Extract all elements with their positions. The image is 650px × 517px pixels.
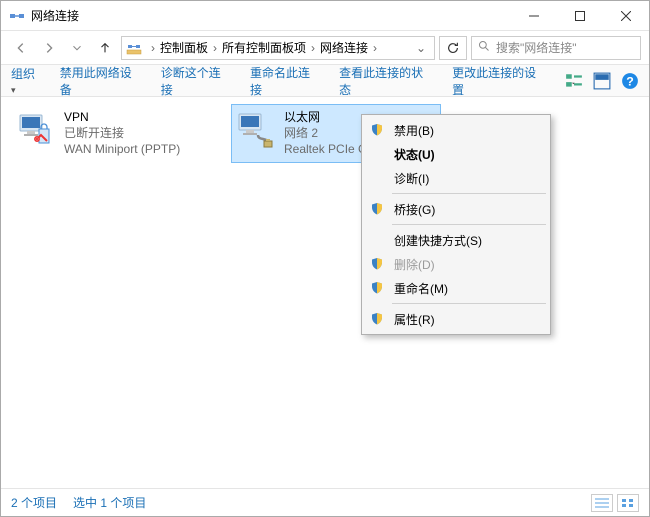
ethernet-icon: [236, 109, 276, 149]
item-count: 2 个项目: [11, 494, 57, 511]
address-bar: › 控制面板 › 所有控制面板项 › 网络连接 › ⌄ 搜索"网络连接": [1, 31, 649, 65]
shield-icon: [370, 123, 384, 137]
view-options-button[interactable]: [565, 72, 583, 90]
context-menu-label: 诊断(I): [394, 170, 429, 187]
view-status-button[interactable]: 查看此连接的状态: [339, 64, 434, 98]
context-menu-separator: [392, 224, 546, 225]
icons-view-button[interactable]: [617, 494, 639, 512]
shield-icon: [370, 202, 384, 216]
context-menu-item[interactable]: 诊断(I): [364, 166, 548, 190]
context-menu-item[interactable]: 属性(R): [364, 307, 548, 331]
breadcrumb[interactable]: › 控制面板 › 所有控制面板项 › 网络连接 › ⌄: [121, 36, 435, 60]
context-menu-separator: [392, 303, 546, 304]
breadcrumb-item[interactable]: 控制面板: [160, 39, 208, 56]
shield-icon: [370, 312, 384, 326]
context-menu-label: 禁用(B): [394, 122, 434, 139]
minimize-button[interactable]: [511, 1, 557, 31]
toolbar: 组织 禁用此网络设备 诊断这个连接 重命名此连接 查看此连接的状态 更改此连接的…: [1, 65, 649, 97]
search-icon: [478, 40, 490, 55]
context-menu-label: 桥接(G): [394, 201, 435, 218]
breadcrumb-item[interactable]: 所有控制面板项: [222, 39, 306, 56]
search-input[interactable]: 搜索"网络连接": [471, 36, 641, 60]
titlebar: 网络连接: [1, 1, 649, 31]
context-menu: 禁用(B) 状态(U) 诊断(I) 桥接(G) 创建快捷方式(S) 删除(D) 重命名(M)…: [361, 114, 551, 335]
window-title: 网络连接: [31, 7, 511, 24]
window-icon: [9, 8, 25, 24]
back-button[interactable]: [9, 36, 33, 60]
help-button[interactable]: ?: [621, 72, 639, 90]
close-button[interactable]: [603, 1, 649, 31]
shield-icon: [370, 281, 384, 295]
disable-device-button[interactable]: 禁用此网络设备: [60, 64, 143, 98]
maximize-button[interactable]: [557, 1, 603, 31]
chevron-right-icon: ›: [148, 41, 158, 55]
vpn-icon: [16, 109, 56, 149]
context-menu-label: 创建快捷方式(S): [394, 232, 482, 249]
context-menu-item[interactable]: 状态(U): [364, 142, 548, 166]
connection-item-vpn[interactable]: VPN 已断开连接 WAN Miniport (PPTP): [11, 104, 221, 163]
organize-menu[interactable]: 组织: [11, 65, 42, 96]
chevron-right-icon: ›: [370, 41, 380, 55]
up-button[interactable]: [93, 36, 117, 60]
details-pane-button[interactable]: [593, 72, 611, 90]
breadcrumb-dropdown[interactable]: ⌄: [412, 41, 430, 55]
status-bar: 2 个项目 选中 1 个项目: [1, 488, 649, 516]
recent-dropdown[interactable]: [65, 36, 89, 60]
context-menu-label: 属性(R): [394, 311, 435, 328]
chevron-right-icon: ›: [210, 41, 220, 55]
shield-icon: [370, 257, 384, 271]
context-menu-item[interactable]: 创建快捷方式(S): [364, 228, 548, 252]
chevron-right-icon: ›: [308, 41, 318, 55]
details-view-button[interactable]: [591, 494, 613, 512]
context-menu-item[interactable]: 禁用(B): [364, 118, 548, 142]
connection-status: 已断开连接: [64, 125, 180, 141]
svg-text:?: ?: [626, 74, 634, 88]
context-menu-label: 删除(D): [394, 256, 435, 273]
context-menu-separator: [392, 193, 546, 194]
search-placeholder: 搜索"网络连接": [496, 39, 577, 56]
context-menu-item[interactable]: 桥接(G): [364, 197, 548, 221]
breadcrumb-item[interactable]: 网络连接: [320, 39, 368, 56]
selected-count: 选中 1 个项目: [73, 494, 146, 511]
connection-name: VPN: [64, 109, 180, 125]
refresh-button[interactable]: [439, 36, 467, 60]
forward-button[interactable]: [37, 36, 61, 60]
context-menu-label: 状态(U): [394, 146, 435, 163]
change-settings-button[interactable]: 更改此连接的设置: [452, 64, 547, 98]
rename-button[interactable]: 重命名此连接: [250, 64, 321, 98]
context-menu-item[interactable]: 重命名(M): [364, 276, 548, 300]
context-menu-label: 重命名(M): [394, 280, 448, 297]
context-menu-item: 删除(D): [364, 252, 548, 276]
connection-device: WAN Miniport (PPTP): [64, 141, 180, 157]
diagnose-button[interactable]: 诊断这个连接: [161, 64, 232, 98]
content-area[interactable]: VPN 已断开连接 WAN Miniport (PPTP) 以太网 网络 2 R…: [1, 98, 649, 487]
location-icon: [126, 40, 142, 56]
